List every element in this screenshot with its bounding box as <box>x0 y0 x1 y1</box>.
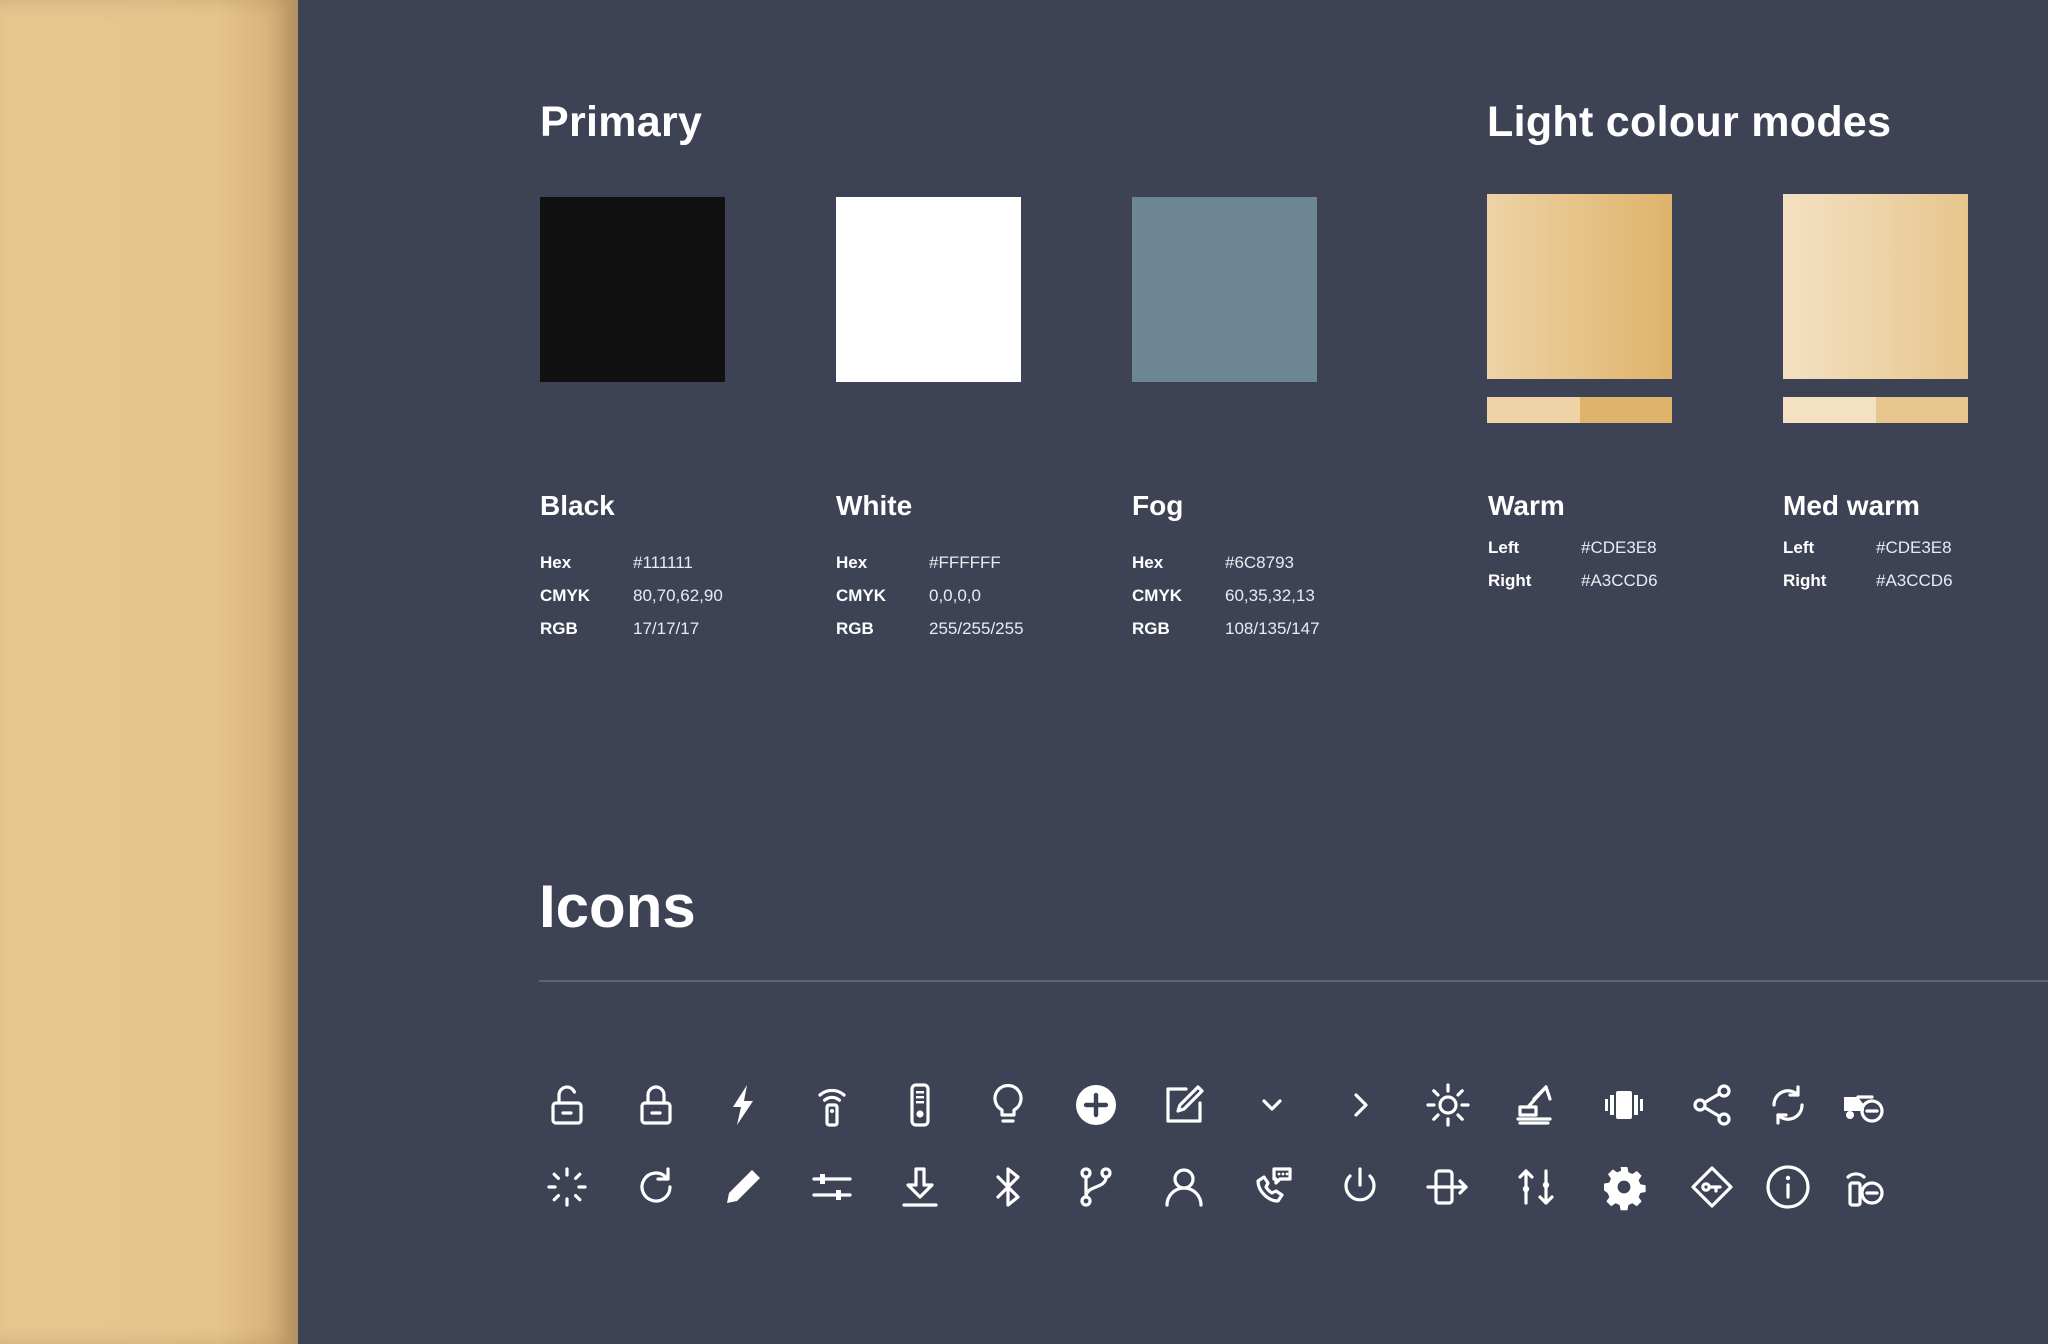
spec-value: #6C8793 <box>1225 553 1295 572</box>
gradient-strip-med-warm <box>1783 397 1968 423</box>
spec-value: 60,35,32,13 <box>1225 586 1315 605</box>
color-swatch-fog <box>1132 197 1317 382</box>
remote-minus-icon <box>1840 1163 1888 1211</box>
refresh-icon <box>632 1163 680 1211</box>
lightbulb-icon <box>984 1081 1032 1129</box>
color-specs: Hex #FFFFFF CMYK 0,0,0,0 RGB 255/255/255 <box>836 546 1024 645</box>
spec-key: CMYK <box>540 586 591 605</box>
spec-key: RGB <box>1132 619 1170 638</box>
phone-chat-icon <box>1248 1163 1296 1211</box>
power-icon <box>1336 1163 1384 1211</box>
vibration-icon <box>1600 1081 1648 1129</box>
mode-specs: Left #CDE3E8 Right #A3CCD6 <box>1488 531 1658 597</box>
gradient-strip-warm <box>1487 397 1672 423</box>
mode-name: Warm <box>1488 490 1565 521</box>
color-name: Fog <box>1132 490 1184 521</box>
remote-signal-icon <box>808 1081 856 1129</box>
spec-key: Hex <box>836 553 868 572</box>
gradient-swatch-med-warm <box>1783 194 1968 379</box>
spec-value: #FFFFFF <box>929 553 1001 572</box>
color-swatch-black <box>540 197 725 382</box>
unlock-icon <box>543 1081 591 1129</box>
color-specs: Hex #111111 CMYK 80,70,62,90 RGB 17/17/17 <box>540 546 723 645</box>
spec-value: #CDE3E8 <box>1876 538 1952 557</box>
exit-icon <box>1424 1163 1472 1211</box>
branch-icon <box>1072 1163 1120 1211</box>
strip-left <box>1783 397 1876 423</box>
spec-value: 108/135/147 <box>1225 619 1320 638</box>
spec-value: #CDE3E8 <box>1581 538 1657 557</box>
light-modes-heading: Light colour modes <box>1487 98 1892 146</box>
chevron-down-icon <box>1248 1081 1296 1129</box>
edit-box-icon <box>1160 1081 1208 1129</box>
add-circle-icon <box>1072 1081 1120 1129</box>
color-name: White <box>836 490 913 521</box>
spec-key: Right <box>1783 571 1827 590</box>
sort-icon <box>1512 1163 1560 1211</box>
spec-value: #A3CCD6 <box>1581 571 1658 590</box>
chevron-right-icon <box>1336 1081 1384 1129</box>
spec-value: 0,0,0,0 <box>929 586 981 605</box>
share-icon <box>1688 1081 1736 1129</box>
strip-right <box>1579 397 1672 423</box>
spec-key: Left <box>1783 538 1815 557</box>
spec-key: Hex <box>1132 553 1164 572</box>
mode-name: Med warm <box>1783 490 1920 521</box>
gear-icon <box>1600 1163 1648 1211</box>
loading-icon <box>543 1163 591 1211</box>
crane-icon <box>1512 1081 1560 1129</box>
color-specs: Hex #6C8793 CMYK 60,35,32,13 RGB 108/135/14… <box>1132 546 1320 645</box>
lock-icon <box>632 1081 680 1129</box>
spec-key: Right <box>1488 571 1532 590</box>
spec-key: Hex <box>540 553 572 572</box>
spec-value: 255/255/255 <box>929 619 1024 638</box>
strip-right <box>1875 397 1968 423</box>
spec-value: 17/17/17 <box>633 619 700 638</box>
color-swatch-white <box>836 197 1021 382</box>
download-icon <box>896 1163 944 1211</box>
strip-left <box>1487 397 1580 423</box>
bluetooth-icon <box>984 1163 1032 1211</box>
remote-control-icon <box>896 1081 944 1129</box>
sync-icon <box>1764 1081 1812 1129</box>
icons-heading: Icons <box>539 873 696 940</box>
spec-key: RGB <box>836 619 874 638</box>
spec-value: #111111 <box>633 553 693 572</box>
sun-icon <box>1424 1081 1472 1129</box>
lightning-icon <box>719 1081 767 1129</box>
spec-key: Left <box>1488 538 1520 557</box>
left-panel <box>0 0 298 1344</box>
spec-key: RGB <box>540 619 578 638</box>
section-divider <box>539 980 2048 982</box>
gradient-swatch-warm <box>1487 194 1672 379</box>
spec-value: #A3CCD6 <box>1876 571 1953 590</box>
truck-minus-icon <box>1840 1081 1888 1129</box>
mode-specs: Left #CDE3E8 Right #A3CCD6 <box>1783 531 1953 597</box>
pencil-icon <box>719 1163 767 1211</box>
primary-heading: Primary <box>540 98 703 146</box>
user-icon <box>1160 1163 1208 1211</box>
spec-key: CMYK <box>836 586 887 605</box>
sliders-icon <box>808 1163 856 1211</box>
info-icon <box>1764 1163 1812 1211</box>
key-tag-icon <box>1688 1163 1736 1211</box>
spec-value: 80,70,62,90 <box>633 586 723 605</box>
spec-key: CMYK <box>1132 586 1183 605</box>
color-name: Black <box>540 490 615 521</box>
